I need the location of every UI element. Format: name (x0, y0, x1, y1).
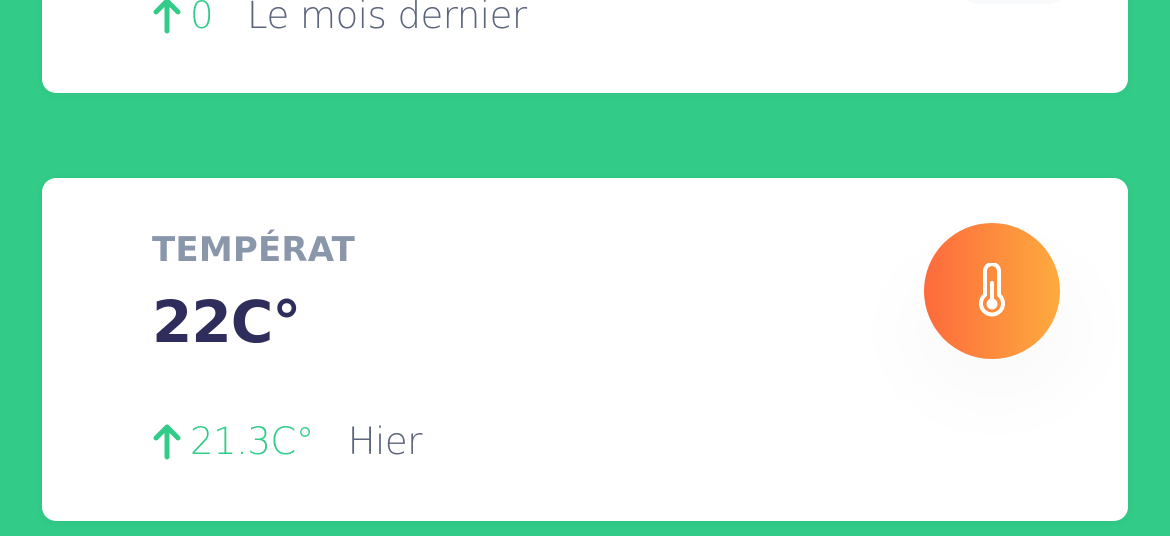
temperature-card: TEMPÉRAT 22C° 21.3C° Hier (42, 178, 1128, 521)
change-caption: Hier (347, 420, 423, 463)
icon-stub (958, 0, 1068, 4)
previous-stat-card: 0 Le mois dernier (42, 0, 1128, 93)
arrow-up-icon (153, 0, 181, 33)
thermometer-badge (924, 223, 1060, 359)
change-caption: Le mois dernier (247, 0, 527, 37)
card-title: TEMPÉRAT (152, 230, 356, 270)
change-row: 0 Le mois dernier (152, 0, 527, 37)
change-value: 0 (190, 0, 214, 37)
change-value: 21.3C° (190, 420, 314, 463)
change-row: 21.3C° Hier (152, 420, 422, 463)
temperature-value: 22C° (152, 288, 301, 356)
arrow-up-icon (153, 424, 181, 459)
thermometer-icon (979, 263, 1005, 317)
